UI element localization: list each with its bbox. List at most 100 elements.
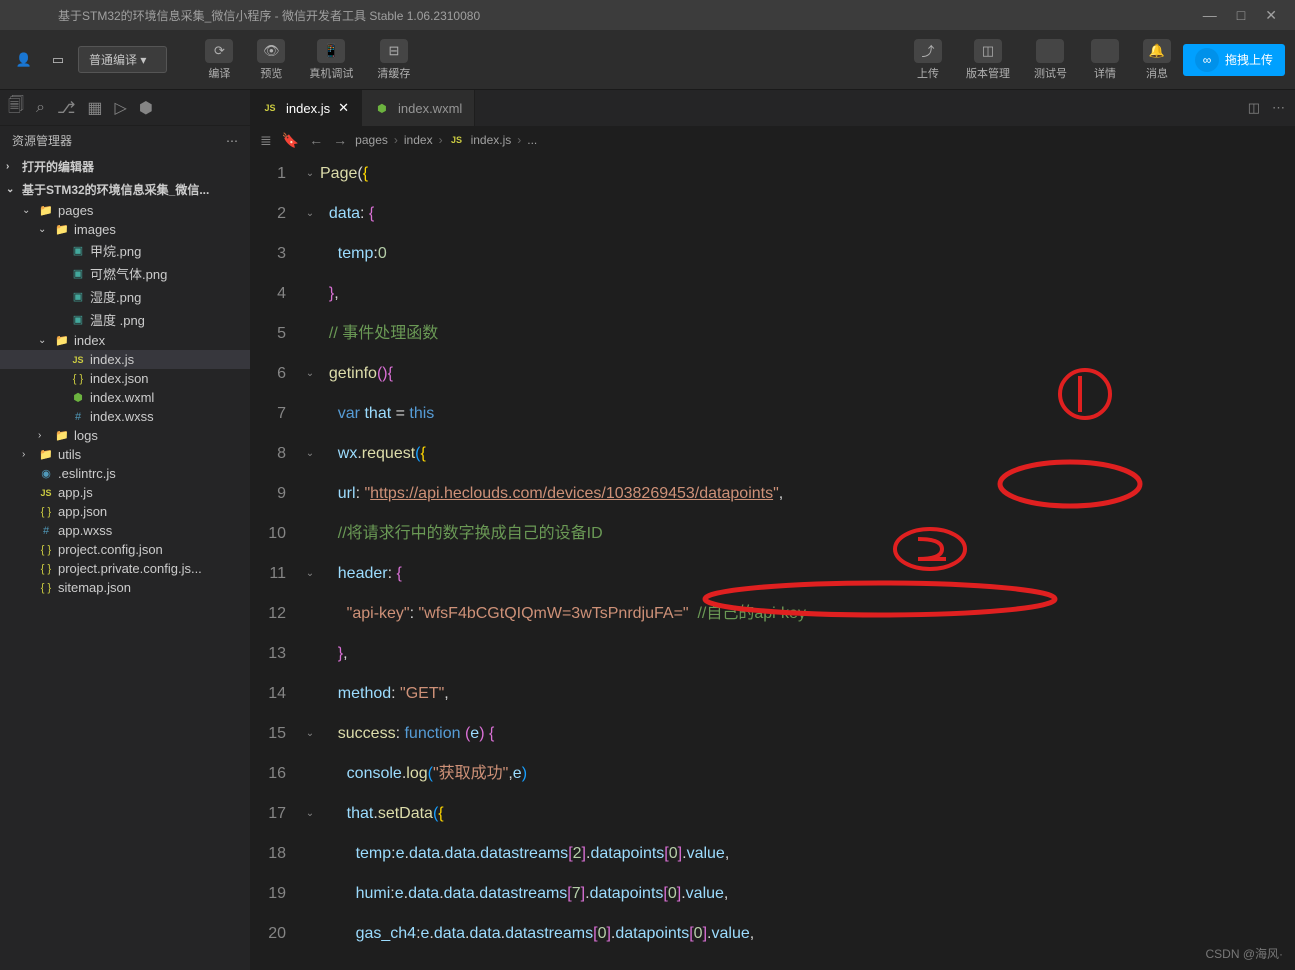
tree-item-index.wxss[interactable]: #index.wxss bbox=[0, 407, 250, 426]
tree-item-index.json[interactable]: { }index.json bbox=[0, 369, 250, 388]
toolbar-right-测试号[interactable]: 测试号 bbox=[1022, 35, 1079, 85]
tree-item-project.config.json[interactable]: { }project.config.json bbox=[0, 540, 250, 559]
code-line[interactable]: getinfo(){ bbox=[320, 354, 1295, 394]
files-icon[interactable]: 🗐 bbox=[8, 94, 24, 121]
toolbar-right-详情[interactable]: 详情 bbox=[1079, 35, 1131, 85]
toolbar-action-预览[interactable]: 👁预览 bbox=[245, 35, 297, 85]
extensions-icon[interactable]: ▦ bbox=[87, 98, 102, 118]
breadcrumb-item[interactable]: index bbox=[404, 133, 433, 147]
more-tabs-icon[interactable]: ⋯ bbox=[1272, 100, 1285, 116]
tree-item-湿度.png[interactable]: ▣湿度.png bbox=[0, 285, 250, 308]
breadcrumb-item[interactable]: index.js bbox=[471, 133, 512, 147]
fold-icon bbox=[300, 634, 320, 674]
tree-item-app.wxss[interactable]: #app.wxss bbox=[0, 521, 250, 540]
user-icon[interactable]: 👤 bbox=[10, 46, 38, 74]
nav-back-icon[interactable]: ← bbox=[309, 132, 323, 149]
code-line[interactable]: temp:0 bbox=[320, 234, 1295, 274]
fold-icon[interactable]: ⌄ bbox=[300, 714, 320, 754]
code-line[interactable]: "api-key": "wfsF4bCGtQIQmW=3wTsPnrdjuFA=… bbox=[320, 594, 1295, 634]
tree-item-project.private.config.js...[interactable]: { }project.private.config.js... bbox=[0, 559, 250, 578]
fold-icon[interactable]: ⌄ bbox=[300, 794, 320, 834]
maximize-icon[interactable]: □ bbox=[1237, 7, 1245, 24]
debug-icon[interactable]: ▷ bbox=[115, 98, 127, 118]
tree-item-甲烷.png[interactable]: ▣甲烷.png bbox=[0, 239, 250, 262]
editor-tabs: JSindex.js✕⬢index.wxml ◫ ⋯ bbox=[250, 90, 1295, 126]
code-line[interactable]: var that = this bbox=[320, 394, 1295, 434]
tree-item-index.js[interactable]: JSindex.js bbox=[0, 350, 250, 369]
tree-item-logs[interactable]: ›📁logs bbox=[0, 426, 250, 445]
upload-badge[interactable]: ∞ 拖拽上传 bbox=[1183, 44, 1285, 76]
close-tab-icon[interactable]: ✕ bbox=[338, 100, 349, 116]
action-icon: 📱 bbox=[317, 39, 345, 63]
folder-icon: 📁 bbox=[38, 448, 54, 461]
toolbar-right-版本管理[interactable]: ◫版本管理 bbox=[954, 35, 1022, 85]
fold-icon[interactable]: ⌄ bbox=[300, 154, 320, 194]
code-line[interactable]: Page({ bbox=[320, 154, 1295, 194]
toolbar-action-真机调试[interactable]: 📱真机调试 bbox=[297, 35, 365, 85]
code-line[interactable]: temp:e.data.data.datastreams[2].datapoin… bbox=[320, 834, 1295, 874]
fold-icon[interactable]: ⌄ bbox=[300, 354, 320, 394]
code-line[interactable]: // 事件处理函数 bbox=[320, 314, 1295, 354]
fold-icon[interactable]: ⌄ bbox=[300, 434, 320, 474]
fold-icon bbox=[300, 674, 320, 714]
fold-icon bbox=[300, 514, 320, 554]
code-line[interactable]: wx.request({ bbox=[320, 434, 1295, 474]
code-line[interactable]: data: { bbox=[320, 194, 1295, 234]
simulator-icon[interactable]: ▭ bbox=[44, 46, 72, 74]
project-section[interactable]: ⌄ 基于STM32的环境信息采集_微信... bbox=[0, 178, 250, 201]
tree-item-images[interactable]: ⌄📁images bbox=[0, 220, 250, 239]
nav-forward-icon[interactable]: → bbox=[333, 132, 347, 149]
code-line[interactable]: }, bbox=[320, 634, 1295, 674]
code-line[interactable]: url: "https://api.heclouds.com/devices/1… bbox=[320, 474, 1295, 514]
code-line[interactable]: //将请求行中的数字换成自己的设备ID bbox=[320, 514, 1295, 554]
tree-item-温度 .png[interactable]: ▣温度 .png bbox=[0, 308, 250, 331]
tab-index.js[interactable]: JSindex.js✕ bbox=[250, 90, 362, 126]
code-line[interactable]: that.setData({ bbox=[320, 794, 1295, 834]
docker-icon[interactable]: ⬢ bbox=[139, 98, 153, 118]
code-line[interactable]: success: function (e) { bbox=[320, 714, 1295, 754]
tree-item-sitemap.json[interactable]: { }sitemap.json bbox=[0, 578, 250, 597]
minimize-icon[interactable]: — bbox=[1203, 7, 1217, 24]
wxml-icon: ⬢ bbox=[70, 391, 86, 404]
tree-item-app.js[interactable]: JSapp.js bbox=[0, 483, 250, 502]
close-icon[interactable]: ✕ bbox=[1265, 7, 1277, 24]
split-editor-icon[interactable]: ◫ bbox=[1248, 100, 1260, 116]
folder-icon: 📁 bbox=[54, 429, 70, 442]
toolbar-action-编译[interactable]: ⟳编译 bbox=[193, 35, 245, 85]
tree-item-pages[interactable]: ⌄📁pages bbox=[0, 201, 250, 220]
breadcrumb-path[interactable]: pages›index›JSindex.js›... bbox=[355, 133, 537, 147]
tab-index.wxml[interactable]: ⬢index.wxml bbox=[362, 90, 475, 126]
toolbar-action-清缓存[interactable]: ⊟清缓存 bbox=[365, 35, 422, 85]
json-icon: { } bbox=[38, 582, 54, 594]
img-icon: ▣ bbox=[70, 267, 86, 280]
tree-item-可燃气体.png[interactable]: ▣可燃气体.png bbox=[0, 262, 250, 285]
fold-icon[interactable]: ⌄ bbox=[300, 554, 320, 594]
code-editor[interactable]: 1234567891011121314151617181920 ⌄⌄⌄⌄⌄⌄⌄ … bbox=[250, 154, 1295, 970]
tree-item-index.wxml[interactable]: ⬢index.wxml bbox=[0, 388, 250, 407]
code-line[interactable]: console.log("获取成功",e) bbox=[320, 754, 1295, 794]
json-icon: { } bbox=[38, 506, 54, 518]
fold-icon[interactable]: ⌄ bbox=[300, 194, 320, 234]
tree-item-index[interactable]: ⌄📁index bbox=[0, 331, 250, 350]
breadcrumb-item[interactable]: ... bbox=[527, 133, 537, 147]
open-editors-section[interactable]: › 打开的编辑器 bbox=[0, 155, 250, 178]
search-icon[interactable]: ⌕ bbox=[36, 99, 45, 117]
img-icon: ▣ bbox=[70, 244, 86, 257]
branch-icon[interactable]: ⎇ bbox=[57, 98, 75, 118]
code-line[interactable]: }, bbox=[320, 274, 1295, 314]
compile-mode-select[interactable]: 普通编译 ▾ bbox=[78, 46, 167, 73]
list-icon[interactable]: ≣ bbox=[260, 132, 272, 149]
breadcrumb-item[interactable]: pages bbox=[355, 133, 388, 147]
code-line[interactable]: method: "GET", bbox=[320, 674, 1295, 714]
tree-item-utils[interactable]: ›📁utils bbox=[0, 445, 250, 464]
code-line[interactable]: header: { bbox=[320, 554, 1295, 594]
img-icon: ▣ bbox=[70, 290, 86, 303]
code-line[interactable]: gas_ch4:e.data.data.datastreams[0].datap… bbox=[320, 914, 1295, 954]
tree-item-app.json[interactable]: { }app.json bbox=[0, 502, 250, 521]
more-icon[interactable]: ⋯ bbox=[226, 134, 238, 148]
toolbar-right-消息[interactable]: 🔔消息 bbox=[1131, 35, 1183, 85]
tree-item-.eslintrc.js[interactable]: ◉.eslintrc.js bbox=[0, 464, 250, 483]
toolbar-right-上传[interactable]: ⤴上传 bbox=[902, 35, 954, 85]
bookmark-icon[interactable]: 🔖 bbox=[282, 132, 299, 149]
code-line[interactable]: humi:e.data.data.datastreams[7].datapoin… bbox=[320, 874, 1295, 914]
